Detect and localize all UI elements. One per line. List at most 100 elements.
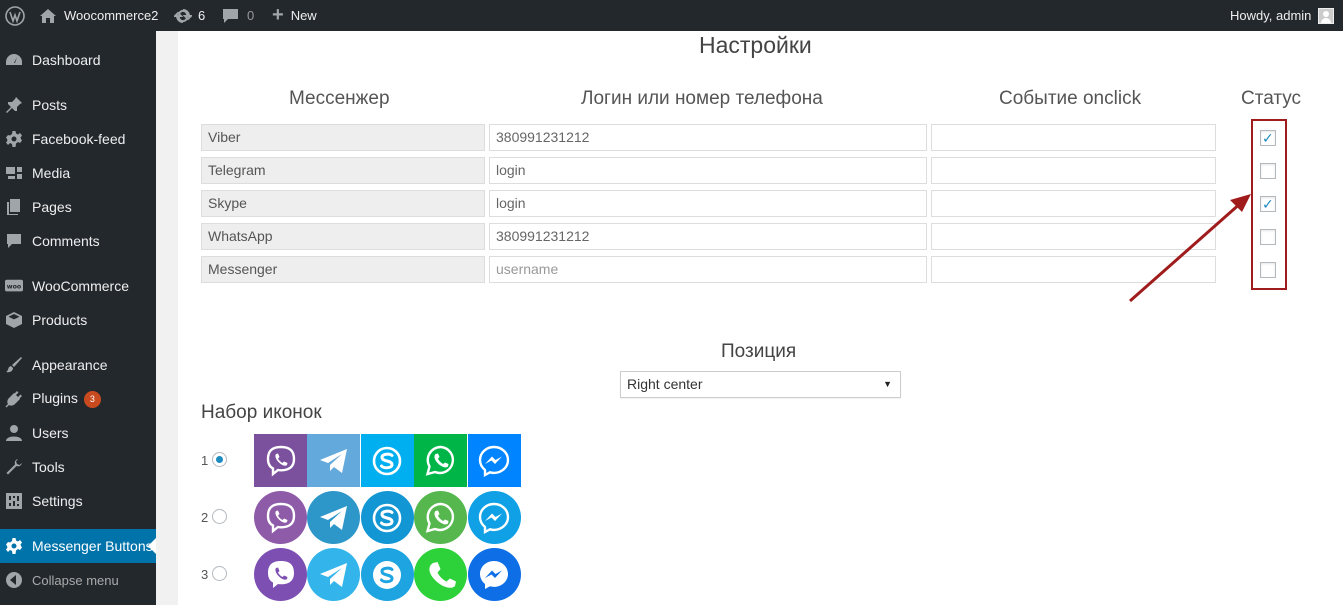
iconset-number: 2	[201, 510, 209, 525]
menu-label-posts: Posts	[32, 97, 68, 113]
menu-label-appearance: Appearance	[32, 357, 108, 373]
updates-link[interactable]: 6	[174, 0, 205, 31]
radio-selected-dot	[216, 456, 223, 463]
position-select[interactable]: Right center ▼	[620, 371, 901, 398]
menu-label-messenger-buttons: Messenger Buttons	[32, 538, 153, 554]
column-header-messenger: Мессенжер	[289, 88, 390, 109]
iconset-radio[interactable]	[212, 566, 227, 581]
menu-label-woocommerce: WooCommerce	[32, 278, 129, 294]
login-input[interactable]: 380991231212	[489, 124, 927, 151]
iconset-radio[interactable]	[212, 452, 227, 467]
plug-icon	[5, 390, 23, 408]
page-title: Настройки	[699, 32, 812, 58]
home-icon	[39, 8, 57, 24]
brush-icon	[5, 356, 23, 374]
iconset-radio[interactable]	[212, 509, 227, 524]
column-header-event: Событие onclick	[999, 88, 1142, 109]
messenger-icon	[467, 434, 521, 487]
menu-item-media[interactable]: Media	[0, 156, 156, 190]
admin-menu: Dashboard Posts Facebook-feed Media Page…	[0, 31, 156, 605]
iconset-label: Набор иконок	[201, 402, 322, 423]
site-name: Woocommerce2	[64, 8, 159, 23]
onclick-event-input[interactable]	[931, 124, 1216, 151]
annotation-arrow-icon	[1129, 194, 1251, 303]
plus-icon: +	[272, 4, 284, 26]
menu-item-pages[interactable]: Pages	[0, 190, 156, 224]
menu-label-settings: Settings	[32, 493, 83, 509]
menu-item-facebook-feed[interactable]: Facebook-feed	[0, 122, 156, 156]
gear-icon	[5, 537, 23, 555]
menu-item-appearance[interactable]: Appearance	[0, 348, 156, 382]
column-header-login: Логин или номер телефона	[581, 88, 823, 109]
wordpress-logo-icon[interactable]	[5, 0, 25, 31]
menu-item-users[interactable]: Users	[0, 416, 156, 450]
collapse-icon	[5, 571, 23, 589]
collapse-menu-button[interactable]: Collapse menu	[0, 563, 156, 597]
pages-icon	[5, 198, 23, 216]
login-input[interactable]: 380991231212	[489, 223, 927, 250]
dashboard-icon	[5, 51, 23, 69]
new-label: New	[290, 8, 317, 23]
iconset-number: 1	[201, 453, 209, 468]
whatsapp-icon	[414, 434, 468, 487]
menu-item-messenger-buttons[interactable]: Messenger Buttons	[0, 529, 156, 563]
messenger-name-field: Telegram	[201, 157, 485, 184]
position-select-value: Right center	[627, 376, 703, 392]
updates-count: 6	[198, 8, 206, 23]
settings-icon	[5, 492, 23, 510]
menu-item-settings[interactable]: Settings	[0, 484, 156, 518]
new-content-link[interactable]: + New	[272, 0, 317, 31]
menu-item-plugins[interactable]: Plugins 3	[0, 382, 156, 416]
whatsapp-icon	[414, 548, 468, 601]
menu-item-posts[interactable]: Posts	[0, 88, 156, 122]
skype-icon	[360, 491, 414, 544]
login-input[interactable]: login	[489, 157, 927, 184]
viber-icon	[254, 548, 307, 601]
box-icon	[5, 311, 23, 329]
menu-item-dashboard[interactable]: Dashboard	[0, 43, 156, 77]
updates-icon	[174, 8, 192, 24]
whatsapp-icon	[414, 491, 468, 544]
gear-icon	[5, 130, 23, 148]
messenger-name-field: Viber	[201, 124, 485, 151]
login-input[interactable]: login	[489, 190, 927, 217]
plugins-update-badge: 3	[83, 390, 101, 408]
menu-label-comments: Comments	[32, 233, 100, 249]
menu-label-plugins: Plugins 3	[32, 390, 101, 408]
menu-label-facebook-feed: Facebook-feed	[32, 131, 126, 147]
menu-label-pages: Pages	[32, 199, 72, 215]
login-input-placeholder[interactable]: username	[489, 256, 927, 283]
comments-link[interactable]: 0	[222, 0, 254, 31]
messenger-icon	[467, 491, 521, 544]
admin-bar: Woocommerce2 6 0 + New Howdy, admin	[0, 0, 1343, 31]
menu-label-media: Media	[32, 165, 71, 181]
svg-text:woo: woo	[7, 284, 22, 291]
media-icon	[5, 164, 23, 182]
viber-icon	[254, 434, 307, 487]
howdy-text: Howdy, admin	[1230, 8, 1312, 23]
menu-label-users: Users	[32, 425, 69, 441]
avatar	[1318, 7, 1335, 24]
skype-icon	[360, 434, 414, 487]
skype-icon	[360, 548, 414, 601]
messenger-icon	[467, 548, 521, 601]
site-name-link[interactable]: Woocommerce2	[39, 0, 158, 31]
menu-item-products[interactable]: Products	[0, 303, 156, 337]
my-account-link[interactable]: Howdy, admin	[1230, 0, 1335, 31]
menu-label-collapse: Collapse menu	[32, 572, 119, 588]
position-label: Позиция	[721, 341, 797, 362]
messenger-name-field: Messenger	[201, 256, 485, 283]
comment-icon	[222, 8, 239, 24]
menu-item-comments[interactable]: Comments	[0, 224, 156, 258]
menu-item-tools[interactable]: Tools	[0, 450, 156, 484]
viber-icon	[254, 491, 307, 544]
pin-icon	[5, 96, 23, 114]
plugins-label-text: Plugins	[32, 390, 78, 407]
menu-label-dashboard: Dashboard	[32, 52, 101, 68]
wrench-icon	[5, 458, 23, 476]
woo-icon: woo	[5, 277, 23, 295]
comments-count: 0	[247, 8, 255, 23]
menu-item-woocommerce[interactable]: woo WooCommerce	[0, 269, 156, 303]
menu-label-products: Products	[32, 312, 88, 328]
comment-icon	[5, 232, 23, 250]
